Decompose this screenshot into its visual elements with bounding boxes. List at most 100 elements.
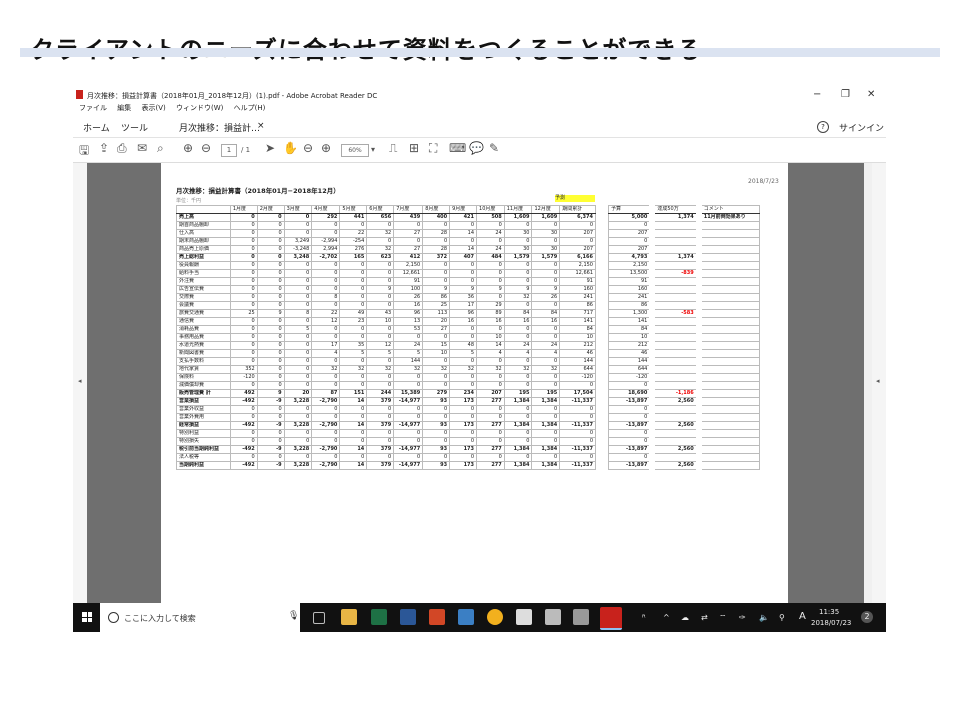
app-icon[interactable] — [458, 609, 474, 625]
fit-page-icon[interactable]: ⎍ — [389, 141, 397, 156]
row-label: 営業外収益 — [176, 405, 231, 414]
zoom-dropdown-chevron-icon[interactable]: ▾ — [371, 145, 375, 154]
task-view-icon[interactable] — [313, 612, 325, 624]
table-cell: 6,374 — [559, 213, 596, 222]
table-cell: 0 — [366, 373, 395, 382]
table-cell: 0 — [339, 373, 368, 382]
zoom-in-icon[interactable]: ⊕ — [321, 141, 331, 155]
explorer-icon[interactable] — [341, 609, 357, 625]
paint-icon[interactable] — [573, 609, 589, 625]
tab-tools[interactable]: ツール — [121, 121, 148, 134]
page-down-icon[interactable]: ⊖ — [201, 141, 211, 155]
next-page-arrow-icon[interactable]: ◂ — [876, 377, 880, 385]
chevron-up-icon[interactable]: ^ — [663, 613, 670, 622]
select-cursor-icon[interactable]: ➤ — [265, 141, 275, 155]
zoom-out-icon[interactable]: ⊖ — [303, 141, 313, 155]
table-cell: 0 — [449, 269, 478, 278]
pen-icon[interactable]: ✎ — [489, 141, 499, 155]
table-cell: 0 — [393, 221, 424, 230]
table-cell: 14 — [449, 229, 478, 238]
cloud-upload-icon[interactable]: ⇪ — [99, 141, 109, 155]
ime-indicator[interactable]: A — [799, 611, 806, 622]
table-cell: 9 — [366, 285, 395, 294]
window-titlebar: 月次推移：損益計算書（2018年01月_2018年12月）(1).pdf - A… — [73, 86, 886, 104]
taskbar-search-box[interactable]: ここに入力して検索 🎙 — [100, 603, 300, 632]
pen-workspace-icon[interactable]: ✑ — [739, 613, 746, 622]
hand-tool-icon[interactable]: ✋ — [283, 141, 298, 155]
table-cell: 0 — [449, 405, 478, 414]
comment-cell — [695, 429, 760, 438]
table-cell: 15,389 — [393, 389, 424, 398]
notifications-badge[interactable]: 2 — [861, 611, 873, 623]
word-icon[interactable] — [400, 609, 416, 625]
table-cell: 0 — [449, 261, 478, 270]
table-cell: 207 — [559, 245, 596, 254]
powerpoint-icon[interactable] — [429, 609, 445, 625]
comment-icon[interactable]: 💬 — [469, 141, 484, 155]
cloud-icon[interactable]: ☁ — [681, 613, 689, 622]
tab-home[interactable]: ホーム — [83, 121, 110, 134]
wifi-icon[interactable]: ⌔ — [719, 613, 727, 623]
notepad-icon[interactable] — [545, 609, 561, 625]
save-icon[interactable]: 🖫 — [79, 141, 89, 162]
zoom-level-select[interactable]: 60% — [341, 144, 369, 157]
rotate-icon[interactable]: ⊞ — [409, 141, 419, 155]
keyboard-icon[interactable]: ⌨ — [449, 141, 466, 155]
menu-window[interactable]: ウィンドウ(W) — [176, 104, 223, 112]
table-cell: 0 — [283, 293, 313, 302]
windows-start-icon[interactable] — [82, 612, 92, 622]
tab-close-icon[interactable]: × — [257, 121, 265, 131]
people-icon[interactable]: ᴿ — [642, 613, 646, 622]
side-row: 13,500 -839 — [608, 269, 760, 278]
comment-cell — [695, 381, 760, 390]
budget-cell: 212 — [608, 341, 653, 350]
table-cell: 0 — [256, 277, 285, 286]
acrobat-taskbar-icon[interactable] — [600, 607, 622, 630]
taskbar-clock-date[interactable]: 2018/07/23 — [811, 619, 851, 627]
table-cell: 2,150 — [559, 261, 596, 270]
comment-cell — [695, 317, 760, 326]
microphone-icon[interactable]: 🎙 — [288, 611, 299, 621]
table-cell: 0 — [339, 269, 368, 278]
table-cell: 27 — [422, 325, 451, 334]
prev-page-arrow-icon[interactable]: ◂ — [78, 377, 82, 385]
restore-button[interactable]: ❐ — [841, 89, 850, 100]
print-icon[interactable]: ⎙ — [117, 141, 127, 156]
comment-cell — [695, 405, 760, 414]
excel-icon[interactable] — [371, 609, 387, 625]
network-icon[interactable]: ⇄ — [701, 613, 708, 622]
table-cell: 0 — [559, 221, 596, 230]
volume-icon[interactable]: 🔈 — [759, 613, 769, 622]
table-cell: 0 — [311, 325, 341, 334]
chart-app-icon[interactable] — [516, 609, 532, 625]
mail-icon[interactable]: ✉ — [137, 141, 147, 155]
table-cell: 173 — [449, 445, 478, 454]
variance-cell — [649, 261, 700, 270]
comment-cell — [695, 461, 760, 470]
table-cell: 0 — [393, 237, 424, 246]
table-cell: 195 — [531, 389, 561, 398]
budget-table: 予算 達成50万 コメント 5,000 1,374 11月前倒効果あり 0 207 0 207 4,… — [608, 205, 760, 470]
menu-help[interactable]: ヘルプ(H) — [234, 104, 266, 112]
table-cell: 0 — [339, 285, 368, 294]
menu-file[interactable]: ファイル — [79, 104, 107, 112]
search-icon[interactable]: ⌕ — [157, 141, 164, 156]
close-button[interactable]: ✕ — [867, 89, 875, 100]
taskbar-clock-time[interactable]: 11:35 — [819, 608, 839, 616]
menu-edit[interactable]: 編集 — [117, 104, 131, 112]
table-cell: 144 — [393, 357, 424, 366]
fullscreen-icon[interactable]: ⛶ — [429, 141, 437, 156]
signin-button[interactable]: サインイン — [839, 121, 884, 134]
budget-cell: -13,897 — [608, 397, 653, 406]
vertical-scrollbar[interactable] — [864, 163, 872, 603]
table-row: 営業外収益 0 0 0 0 0 0 0 0 0 0 0 0 0 — [176, 405, 596, 414]
minimize-button[interactable]: − — [813, 89, 821, 100]
comment-cell — [695, 373, 760, 382]
tab-document[interactable]: 月次推移：損益計… — [179, 121, 260, 134]
link-icon[interactable]: ⚲ — [779, 613, 785, 622]
help-icon[interactable]: ? — [817, 121, 829, 133]
page-up-icon[interactable]: ⊕ — [183, 141, 193, 155]
menu-view[interactable]: 表示(V) — [141, 104, 165, 112]
page-number-input[interactable]: 1 — [221, 144, 237, 157]
chrome-icon[interactable] — [487, 609, 503, 625]
